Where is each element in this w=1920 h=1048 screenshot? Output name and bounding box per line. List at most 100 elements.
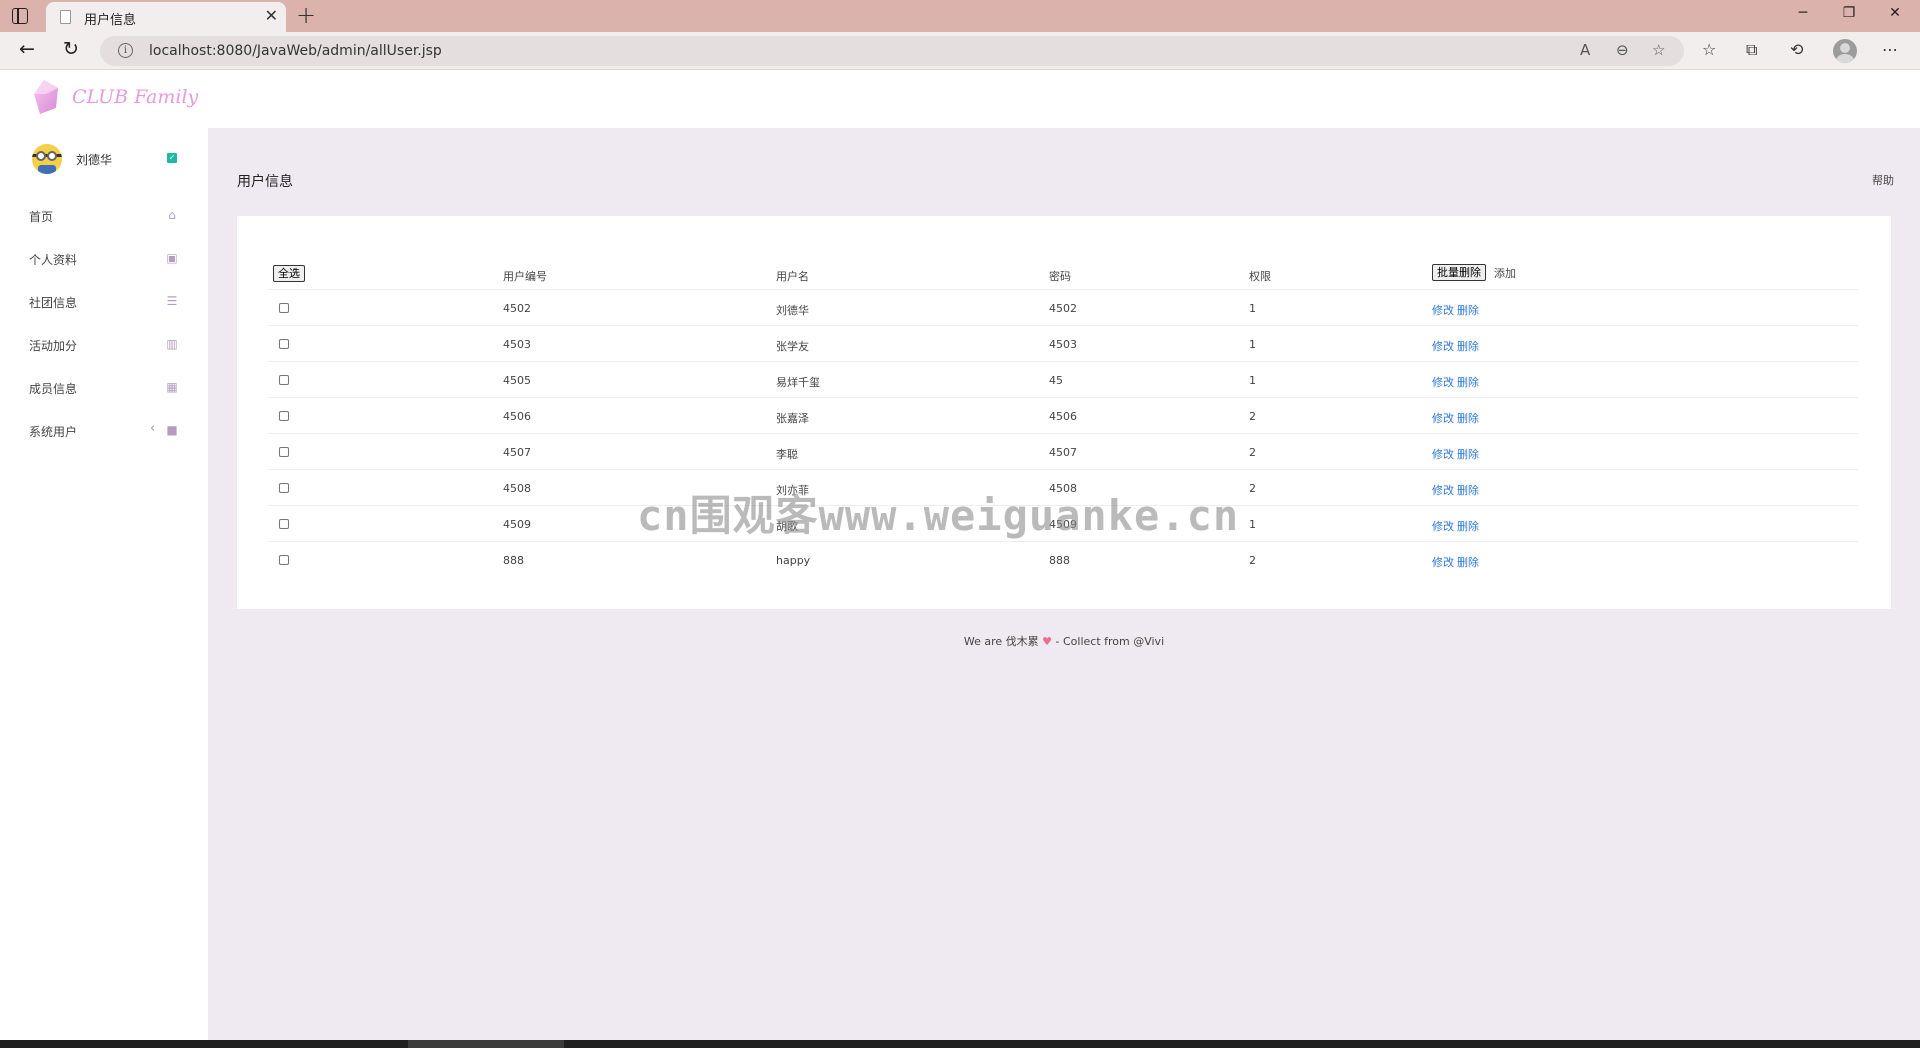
add-user-link[interactable]: 添加: [1494, 265, 1516, 281]
sidebar-item-profile[interactable]: 个人资料 ▣: [0, 239, 208, 279]
row-checkbox[interactable]: [279, 375, 289, 385]
footer-suffix: - Collect from @Vivi: [1052, 635, 1165, 648]
logo-text[interactable]: CLUB Family: [72, 86, 198, 108]
chevron-left-icon: ‹: [150, 421, 156, 436]
cell-username: 刘德华: [776, 304, 809, 317]
zoom-out-icon[interactable]: ⊖: [1616, 41, 1629, 59]
cell-username: 张嘉泽: [776, 412, 809, 425]
row-checkbox[interactable]: [279, 339, 289, 349]
logo-gem-icon: [34, 80, 58, 114]
cell-username: happy: [776, 554, 811, 567]
cell-user-id: 4505: [503, 374, 531, 387]
bar-chart-icon: ▥: [166, 337, 178, 351]
cell-password: 4503: [1049, 338, 1077, 351]
edit-link[interactable]: 修改: [1432, 554, 1454, 570]
row-checkbox[interactable]: [279, 303, 289, 313]
cell-user-id: 4508: [503, 482, 531, 495]
table-row: 4502 刘德华 4502 1 修改 删除: [268, 290, 1858, 326]
history-icon[interactable]: ⟲: [1790, 40, 1803, 59]
sidebar-item-members[interactable]: 成员信息 ▦: [0, 368, 208, 408]
main-content: 用户信息 帮助 全选 用户编号 用户名 密码 权限 批量删除 添加 4502 刘…: [208, 128, 1920, 1040]
sidebar-item-label: 个人资料: [29, 253, 78, 267]
sidebar: 刘德华 ✓ 首页 ⌂ 个人资料 ▣ 社团信息 ☰ 活动加分 ▥ 成员信息 ▦ 系…: [0, 128, 208, 1040]
back-icon[interactable]: ←: [14, 38, 40, 60]
batch-delete-button[interactable]: 批量删除: [1432, 264, 1486, 281]
taskbar-active-app[interactable]: [408, 1040, 564, 1048]
collections-icon[interactable]: ⧉: [1746, 40, 1757, 60]
delete-link[interactable]: 删除: [1457, 554, 1479, 570]
more-icon[interactable]: ⋯: [1882, 40, 1898, 59]
header-permission: 权限: [1249, 270, 1271, 283]
restore-icon[interactable]: ❐: [1834, 5, 1864, 21]
tab-actions-icon[interactable]: [12, 8, 28, 24]
table-row: 4506 张嘉泽 4506 2 修改 删除: [268, 398, 1858, 434]
delete-link[interactable]: 删除: [1457, 482, 1479, 498]
app-header: CLUB Family: [0, 70, 1920, 128]
cell-permission: 1: [1249, 338, 1256, 351]
cell-username: 张学友: [776, 340, 809, 353]
table-row: 4507 李聪 4507 2 修改 删除: [268, 434, 1858, 470]
table-row: 4503 张学友 4503 1 修改 删除: [268, 326, 1858, 362]
address-bar[interactable]: i localhost:8080/JavaWeb/admin/allUser.j…: [100, 36, 1684, 66]
delete-link[interactable]: 删除: [1457, 302, 1479, 318]
avatar[interactable]: [32, 144, 62, 174]
favorites-icon[interactable]: ☆: [1702, 40, 1716, 59]
row-checkbox[interactable]: [279, 411, 289, 421]
url-text[interactable]: localhost:8080/JavaWeb/admin/allUser.jsp: [149, 43, 442, 59]
header-username: 用户名: [776, 270, 809, 283]
edit-link[interactable]: 修改: [1432, 482, 1454, 498]
delete-link[interactable]: 删除: [1457, 518, 1479, 534]
browser-tab[interactable]: 用户信息 ✕: [46, 2, 286, 32]
delete-link[interactable]: 删除: [1457, 446, 1479, 462]
new-tab-icon[interactable]: +: [296, 1, 316, 29]
cell-password: 4508: [1049, 482, 1077, 495]
delete-link[interactable]: 删除: [1457, 410, 1479, 426]
edit-link[interactable]: 修改: [1432, 338, 1454, 354]
minimize-icon[interactable]: ─: [1788, 5, 1818, 21]
refresh-icon[interactable]: ↻: [58, 38, 84, 60]
sidebar-item-label: 活动加分: [29, 339, 78, 353]
table-row: 4509 胡歌 4509 1 修改 删除: [268, 506, 1858, 542]
close-window-icon[interactable]: ✕: [1880, 5, 1910, 21]
close-tab-icon[interactable]: ✕: [265, 6, 278, 25]
table-row: 4505 易烊千玺 45 1 修改 删除: [268, 362, 1858, 398]
edit-link[interactable]: 修改: [1432, 302, 1454, 318]
cell-user-id: 4509: [503, 518, 531, 531]
row-checkbox[interactable]: [279, 555, 289, 565]
cell-password: 4502: [1049, 302, 1077, 315]
add-favorite-icon[interactable]: ☆: [1652, 41, 1665, 59]
help-link[interactable]: 帮助: [1872, 172, 1894, 188]
table-icon: ▦: [166, 380, 178, 394]
select-all-button[interactable]: 全选: [273, 265, 305, 282]
row-checkbox[interactable]: [279, 447, 289, 457]
cell-password: 4507: [1049, 446, 1077, 459]
cell-password: 4506: [1049, 410, 1077, 423]
edit-link[interactable]: 修改: [1432, 410, 1454, 426]
sidebar-item-activity-points[interactable]: 活动加分 ▥: [0, 325, 208, 365]
sidebar-item-home[interactable]: 首页 ⌂: [0, 196, 208, 236]
delete-link[interactable]: 删除: [1457, 338, 1479, 354]
sidebar-item-club-info[interactable]: 社团信息 ☰: [0, 282, 208, 322]
info-icon[interactable]: i: [118, 43, 133, 58]
browser-tab-bar: 用户信息 ✕ + ─ ❐ ✕: [0, 0, 1920, 32]
tab-title: 用户信息: [84, 13, 137, 28]
edit-link[interactable]: 修改: [1432, 446, 1454, 462]
sidebar-item-system-users[interactable]: 系统用户 ‹ ■: [0, 411, 208, 451]
profile-icon[interactable]: [1833, 39, 1857, 63]
read-aloud-icon[interactable]: A: [1580, 41, 1590, 59]
heart-icon: ♥: [1042, 635, 1053, 648]
footer: We are 伐木累 ♥ - Collect from @Vivi: [208, 633, 1920, 649]
edit-link[interactable]: 修改: [1432, 374, 1454, 390]
edit-link[interactable]: 修改: [1432, 518, 1454, 534]
sidebar-item-label: 系统用户: [29, 425, 78, 439]
row-checkbox[interactable]: [279, 519, 289, 529]
cell-user-id: 4503: [503, 338, 531, 351]
address-card-icon: ▣: [166, 251, 178, 265]
cell-permission: 2: [1249, 554, 1256, 567]
delete-link[interactable]: 删除: [1457, 374, 1479, 390]
user-table-card: 全选 用户编号 用户名 密码 权限 批量删除 添加 4502 刘德华 4502 …: [237, 216, 1891, 609]
briefcase-icon: ■: [166, 423, 178, 437]
cell-password: 888: [1049, 554, 1070, 567]
header-password: 密码: [1049, 270, 1071, 283]
row-checkbox[interactable]: [279, 483, 289, 493]
